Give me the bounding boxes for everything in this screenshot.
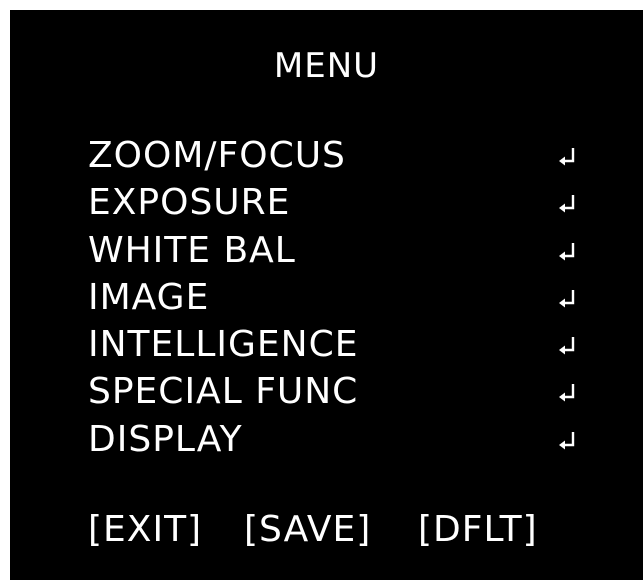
osd-menu-panel: MENU ZOOM/FOCUS EXPOSURE WHITE BAL IMAGE xyxy=(10,10,643,580)
menu-item-label: ZOOM/FOCUS xyxy=(88,135,346,176)
menu-item-special-func[interactable]: SPECIAL FUNC xyxy=(88,368,578,415)
save-button[interactable]: [SAVE] xyxy=(244,508,371,552)
menu-item-display[interactable]: DISPLAY xyxy=(88,416,578,463)
menu-item-label: SPECIAL FUNC xyxy=(88,371,359,413)
enter-icon xyxy=(559,242,575,261)
menu-item-label: INTELLIGENCE xyxy=(88,324,359,366)
enter-icon xyxy=(559,289,575,308)
menu-item-white-bal[interactable]: WHITE BAL xyxy=(88,227,578,274)
enter-icon xyxy=(559,384,575,402)
enter-icon xyxy=(559,148,575,166)
enter-icon xyxy=(559,337,575,355)
menu-item-image[interactable]: IMAGE xyxy=(88,274,578,321)
menu-list: ZOOM/FOCUS EXPOSURE WHITE BAL IMAGE INTE… xyxy=(88,132,578,463)
menu-title: MENU xyxy=(273,46,380,86)
menu-footer: [EXIT] [SAVE] [DFLT] xyxy=(88,508,568,558)
menu-item-intelligence[interactable]: INTELLIGENCE xyxy=(88,321,578,368)
menu-item-label: IMAGE xyxy=(88,276,210,318)
menu-item-label: WHITE BAL xyxy=(88,229,296,271)
menu-item-label: EXPOSURE xyxy=(88,182,291,224)
menu-item-label: DISPLAY xyxy=(88,418,243,460)
menu-item-exposure[interactable]: EXPOSURE xyxy=(88,179,578,226)
menu-item-zoom-focus[interactable]: ZOOM/FOCUS xyxy=(88,132,578,179)
default-button[interactable]: [DFLT] xyxy=(418,508,538,552)
enter-icon xyxy=(559,431,575,450)
exit-button[interactable]: [EXIT] xyxy=(88,508,202,552)
enter-icon xyxy=(559,195,575,213)
